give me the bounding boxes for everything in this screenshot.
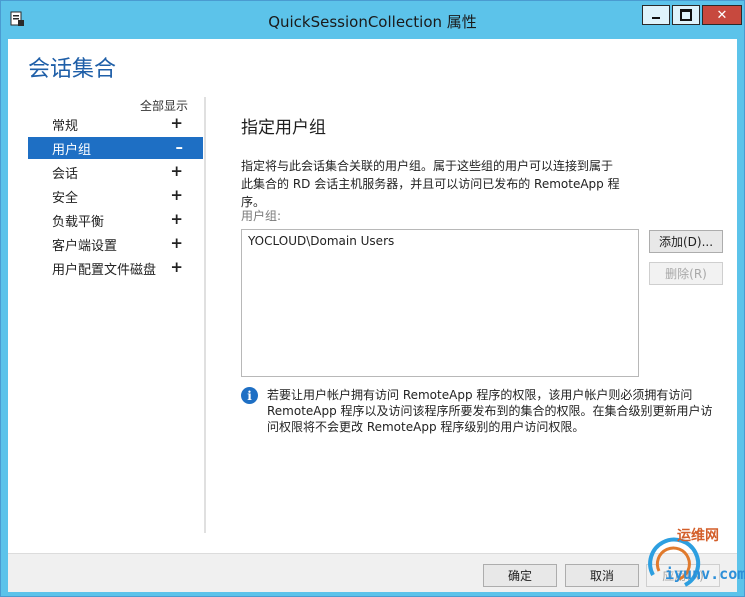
title-bar[interactable]: QuickSessionCollection 属性 ✕ [1, 1, 744, 39]
watermark-logo: 运维网 iyunv.com [639, 515, 745, 593]
page-heading: 会话集合 [28, 57, 117, 82]
nav-item-label: 常规 [52, 118, 79, 134]
nav-item-user-profile-disks[interactable]: 用户配置文件磁盘 + [28, 257, 203, 279]
nav-item-label: 会话 [52, 166, 79, 182]
show-all-link[interactable]: 全部显示 [140, 97, 188, 114]
nav-item-label: 用户配置文件磁盘 [52, 262, 157, 278]
expand-icon: + [170, 162, 183, 180]
close-icon: ✕ [716, 7, 728, 23]
nav-item-load-balancing[interactable]: 负载平衡 + [28, 209, 203, 231]
cancel-button[interactable]: 取消 [565, 564, 639, 587]
nav-item-label: 安全 [52, 190, 79, 206]
expand-icon: + [170, 114, 183, 132]
maximize-button[interactable] [672, 5, 700, 25]
remove-group-button[interactable]: 删除(R) [649, 262, 723, 285]
expand-icon: + [170, 210, 183, 228]
dialog-header: 会话集合 [8, 39, 737, 89]
section-description: 指定将与此会话集合关联的用户组。属于这些组的用户可以连接到属于此集合的 RD 会… [241, 159, 620, 209]
dialog-client-area: 会话集合 全部显示 常规 + 用户组 – 会话 + 安全 + 负载平衡 + 客户… [8, 39, 737, 592]
watermark-text-en: iyunv.com [665, 565, 745, 583]
window-title: QuickSessionCollection 属性 [268, 13, 477, 31]
expand-icon: + [170, 258, 183, 276]
list-item[interactable]: YOCLOUD\Domain Users [242, 230, 638, 252]
watermark-text-cn: 运维网 [677, 528, 719, 544]
ok-button[interactable]: 确定 [483, 564, 557, 587]
nav-item-general[interactable]: 常规 + [28, 113, 203, 135]
nav-item-security[interactable]: 安全 + [28, 185, 203, 207]
nav-item-label: 用户组 [52, 142, 92, 158]
nav-item-label: 客户端设置 [52, 238, 118, 254]
section-title: 指定用户组 [241, 118, 326, 138]
pane-divider [204, 97, 206, 533]
navigation-pane: 全部显示 常规 + 用户组 – 会话 + 安全 + 负载平衡 + 客户端设置 +… [8, 97, 208, 577]
add-group-button[interactable]: 添加(D)... [649, 230, 723, 253]
expand-icon: + [170, 186, 183, 204]
user-groups-label: 用户组: [241, 209, 282, 223]
info-note: 若要让用户帐户拥有访问 RemoteApp 程序的权限，该用户帐户则必须拥有访问… [267, 388, 713, 434]
expand-icon: + [170, 234, 183, 252]
user-groups-list[interactable]: YOCLOUD\Domain Users [241, 229, 639, 377]
maximize-icon [680, 9, 692, 21]
nav-item-client-settings[interactable]: 客户端设置 + [28, 233, 203, 255]
properties-window: QuickSessionCollection 属性 ✕ 会话集合 全部显示 常规… [0, 0, 745, 597]
collapse-icon: – [175, 138, 184, 156]
minimize-button[interactable] [642, 5, 670, 25]
nav-item-user-groups[interactable]: 用户组 – [28, 137, 203, 159]
info-icon: i [241, 387, 258, 404]
nav-item-session[interactable]: 会话 + [28, 161, 203, 183]
nav-item-label: 负载平衡 [52, 214, 105, 230]
close-button[interactable]: ✕ [702, 5, 742, 25]
minimize-icon [652, 17, 660, 19]
dialog-footer: 确定 取消 应用(A) [8, 553, 737, 592]
